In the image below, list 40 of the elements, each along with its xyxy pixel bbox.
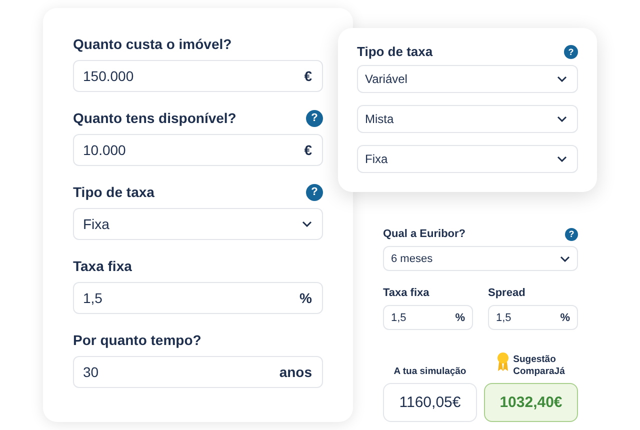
input-field[interactable]: 1,5 % (383, 305, 473, 330)
field-label: Quanto custa o imóvel? (73, 35, 232, 53)
help-icon[interactable]: ? (564, 45, 578, 59)
field-label: Qual a Euribor? (383, 227, 466, 242)
unit-label: € (304, 142, 312, 158)
input-field[interactable]: 30 anos (73, 356, 323, 388)
chevron-icon (557, 156, 567, 162)
help-icon[interactable]: ? (306, 110, 323, 126)
dropdown[interactable]: 6 meses (383, 246, 578, 271)
result-value: 1032,40€ (484, 383, 578, 422)
unit-label: % (455, 312, 465, 324)
result-value: 1160,05€ (383, 383, 477, 422)
chevron-icon (302, 221, 312, 227)
unit-label: % (560, 312, 570, 324)
field-label: Taxa fixa (73, 257, 132, 275)
unit-label: € (304, 68, 312, 84)
field-label: Tipo de taxa (73, 183, 154, 201)
dropdown-option[interactable]: Fixa (357, 145, 578, 173)
unit-label: anos (279, 364, 312, 380)
input-field[interactable]: 1,5 % (73, 282, 323, 314)
dropdown-option[interactable]: Mista (357, 105, 578, 133)
help-icon[interactable]: ? (306, 184, 323, 200)
field-label: Tipo de taxa (357, 44, 433, 60)
unit-label: % (300, 290, 312, 306)
award-ribbon-icon (497, 352, 510, 372)
field-label: Spread (488, 286, 526, 301)
result-label: Sugestão ComparaJá (513, 354, 565, 378)
input-field[interactable]: 10.000 € (73, 134, 323, 166)
chevron-icon (560, 256, 570, 262)
dropdown-option[interactable]: Variável (357, 65, 578, 93)
input-field[interactable]: 150.000 € (73, 60, 323, 92)
dropdown[interactable]: Fixa (73, 208, 323, 240)
field-label: Quanto tens disponível? (73, 109, 236, 127)
input-field[interactable]: 1,5 % (488, 305, 578, 330)
field-label: Por quanto tempo? (73, 331, 202, 349)
chevron-icon (557, 76, 567, 82)
field-label: Taxa fixa (383, 286, 430, 301)
result-label: A tua simulação (394, 366, 466, 378)
chevron-icon (557, 116, 567, 122)
help-icon[interactable]: ? (565, 228, 578, 240)
